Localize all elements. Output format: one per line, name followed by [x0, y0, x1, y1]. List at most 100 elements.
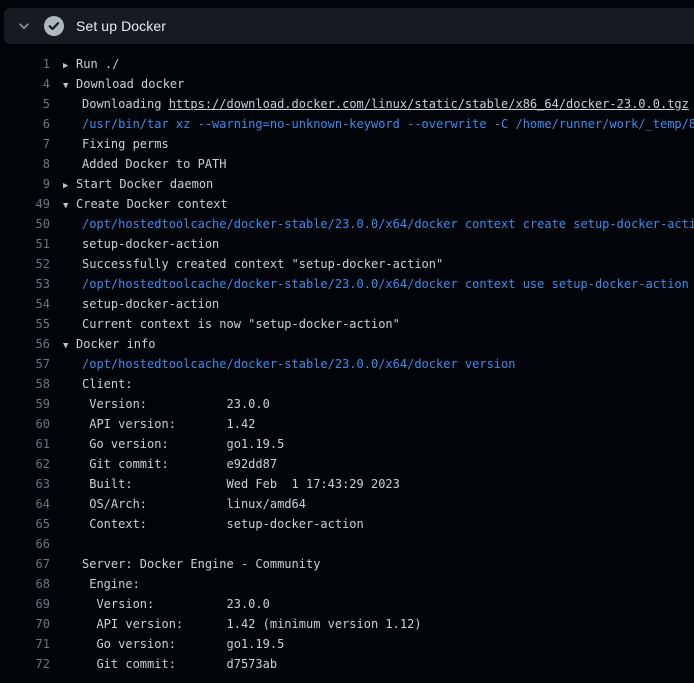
log-line-number[interactable]: 67: [0, 554, 50, 574]
log-line: 70 API version: 1.42 (minimum version 1.…: [0, 614, 694, 634]
log-line: 5 Downloading https://download.docker.com…: [0, 94, 694, 114]
log-line-number[interactable]: 69: [0, 594, 50, 614]
log-line-number[interactable]: 7: [0, 134, 50, 154]
log-line-number[interactable]: 56: [0, 334, 50, 354]
log-line: 6/usr/bin/tar xz --warning=no-unknown-ke…: [0, 114, 694, 134]
log-command-text: /usr/bin/tar xz --warning=no-unknown-key…: [63, 114, 694, 134]
log-line: 55 Current context is now "setup-docker-a…: [0, 314, 694, 334]
log-line: 69 Version: 23.0.0: [0, 594, 694, 614]
log-line-number[interactable]: 62: [0, 454, 50, 474]
step-title: Set up Docker: [76, 18, 166, 34]
log-line-number[interactable]: 6: [0, 114, 50, 134]
log-text: Context: setup-docker-action: [63, 514, 364, 534]
log-text: Fixing perms: [63, 134, 169, 154]
log-command-text: /opt/hostedtoolcache/docker-stable/23.0.…: [63, 354, 515, 374]
log-group-title[interactable]: ▼Create Docker context: [63, 194, 228, 214]
log-line: 53/opt/hostedtoolcache/docker-stable/23.…: [0, 274, 694, 294]
log-line: 52 Successfully created context "setup-do…: [0, 254, 694, 274]
log-line-number[interactable]: 63: [0, 474, 50, 494]
triangle-right-icon[interactable]: ▶: [63, 176, 73, 194]
log-text: Version: 23.0.0: [63, 594, 270, 614]
log-text: setup-docker-action: [63, 234, 219, 254]
log-url-link[interactable]: https://download.docker.com/linux/static…: [169, 97, 689, 111]
log-line-number[interactable]: 60: [0, 414, 50, 434]
log-line-number[interactable]: 54: [0, 294, 50, 314]
log-line-number[interactable]: 71: [0, 634, 50, 654]
log-line: 54setup-docker-action: [0, 294, 694, 314]
log-line: 59 Version: 23.0.0: [0, 394, 694, 414]
log-text-prefix: Downloading: [82, 97, 169, 111]
log-line: 57/opt/hostedtoolcache/docker-stable/23.…: [0, 354, 694, 374]
log-line-number[interactable]: 68: [0, 574, 50, 594]
log-line-number[interactable]: 9: [0, 174, 50, 194]
triangle-right-icon[interactable]: ▶: [63, 56, 73, 74]
log-line-number[interactable]: 52: [0, 254, 50, 274]
log-line-number[interactable]: 4: [0, 74, 50, 94]
log-line-number[interactable]: 66: [0, 534, 50, 554]
log-text: [63, 534, 82, 554]
log-line: 51 setup-docker-action: [0, 234, 694, 254]
log-area: 1▶Run ./4▼Download docker5Downloading ht…: [0, 44, 694, 674]
log-line-number[interactable]: 53: [0, 274, 50, 294]
log-text: Engine:: [63, 574, 140, 594]
log-group-title[interactable]: ▶Run ./: [63, 54, 119, 74]
log-line-number[interactable]: 72: [0, 654, 50, 674]
log-text: Git commit: d7573ab: [63, 654, 277, 674]
step-header-set-up-docker[interactable]: Set up Docker: [4, 8, 694, 44]
log-line: 66: [0, 534, 694, 554]
log-line-number[interactable]: 55: [0, 314, 50, 334]
log-group-title[interactable]: ▶Start Docker daemon: [63, 174, 213, 194]
triangle-down-icon[interactable]: ▼: [63, 196, 73, 214]
log-text: Go version: go1.19.5: [63, 434, 284, 454]
log-group-title[interactable]: ▼Docker info: [63, 334, 155, 354]
log-line: 63 Built: Wed Feb 1 17:43:29 2023: [0, 474, 694, 494]
log-line: 68 Engine:: [0, 574, 694, 594]
log-group-label: Docker info: [76, 337, 155, 351]
log-group-label: Run ./: [76, 57, 119, 71]
log-group-header: 56 ▼Docker info: [0, 334, 694, 354]
log-group-title[interactable]: ▼Download docker: [63, 74, 184, 94]
log-group-header: 49 ▼Create Docker context: [0, 194, 694, 214]
log-line-number[interactable]: 64: [0, 494, 50, 514]
log-group-header: 9 ▶Start Docker daemon: [0, 174, 694, 194]
log-text: Server: Docker Engine - Community: [63, 554, 320, 574]
triangle-down-icon[interactable]: ▼: [63, 336, 73, 354]
log-group-label: Download docker: [76, 77, 184, 91]
log-text: Current context is now "setup-docker-act…: [63, 314, 400, 334]
log-line-number[interactable]: 58: [0, 374, 50, 394]
log-line: 60 API version: 1.42: [0, 414, 694, 434]
log-text: Git commit: e92dd87: [63, 454, 277, 474]
log-line-number[interactable]: 57: [0, 354, 50, 374]
log-line: 67 Server: Docker Engine - Community: [0, 554, 694, 574]
log-line: 50/opt/hostedtoolcache/docker-stable/23.…: [0, 214, 694, 234]
log-line-number[interactable]: 5: [0, 94, 50, 114]
log-line-number[interactable]: 1: [0, 54, 50, 74]
chevron-down-icon[interactable]: [16, 18, 32, 34]
triangle-down-icon[interactable]: ▼: [63, 76, 73, 94]
log-line-number[interactable]: 51: [0, 234, 50, 254]
log-line: 71 Go version: go1.19.5: [0, 634, 694, 654]
log-line-number[interactable]: 50: [0, 214, 50, 234]
log-line-number[interactable]: 65: [0, 514, 50, 534]
log-text: OS/Arch: linux/amd64: [63, 494, 306, 514]
log-text: Version: 23.0.0: [63, 394, 270, 414]
log-line-number[interactable]: 70: [0, 614, 50, 634]
log-text: Client:: [63, 374, 133, 394]
log-line: 64 OS/Arch: linux/amd64: [0, 494, 694, 514]
log-group-label: Start Docker daemon: [76, 177, 213, 191]
log-line-number[interactable]: 61: [0, 434, 50, 454]
log-text: Built: Wed Feb 1 17:43:29 2023: [63, 474, 400, 494]
log-line-number[interactable]: 49: [0, 194, 50, 214]
log-command-text: /opt/hostedtoolcache/docker-stable/23.0.…: [63, 214, 694, 234]
log-text: API version: 1.42: [63, 414, 255, 434]
log-line: 61 Go version: go1.19.5: [0, 434, 694, 454]
log-text: Go version: go1.19.5: [63, 634, 284, 654]
log-line-number[interactable]: 8: [0, 154, 50, 174]
log-command-text: /opt/hostedtoolcache/docker-stable/23.0.…: [63, 274, 689, 294]
check-circle-icon: [44, 16, 64, 36]
log-line: 65 Context: setup-docker-action: [0, 514, 694, 534]
log-text: Successfully created context "setup-dock…: [63, 254, 443, 274]
log-line: 62 Git commit: e92dd87: [0, 454, 694, 474]
log-line: 8Added Docker to PATH: [0, 154, 694, 174]
log-line-number[interactable]: 59: [0, 394, 50, 414]
